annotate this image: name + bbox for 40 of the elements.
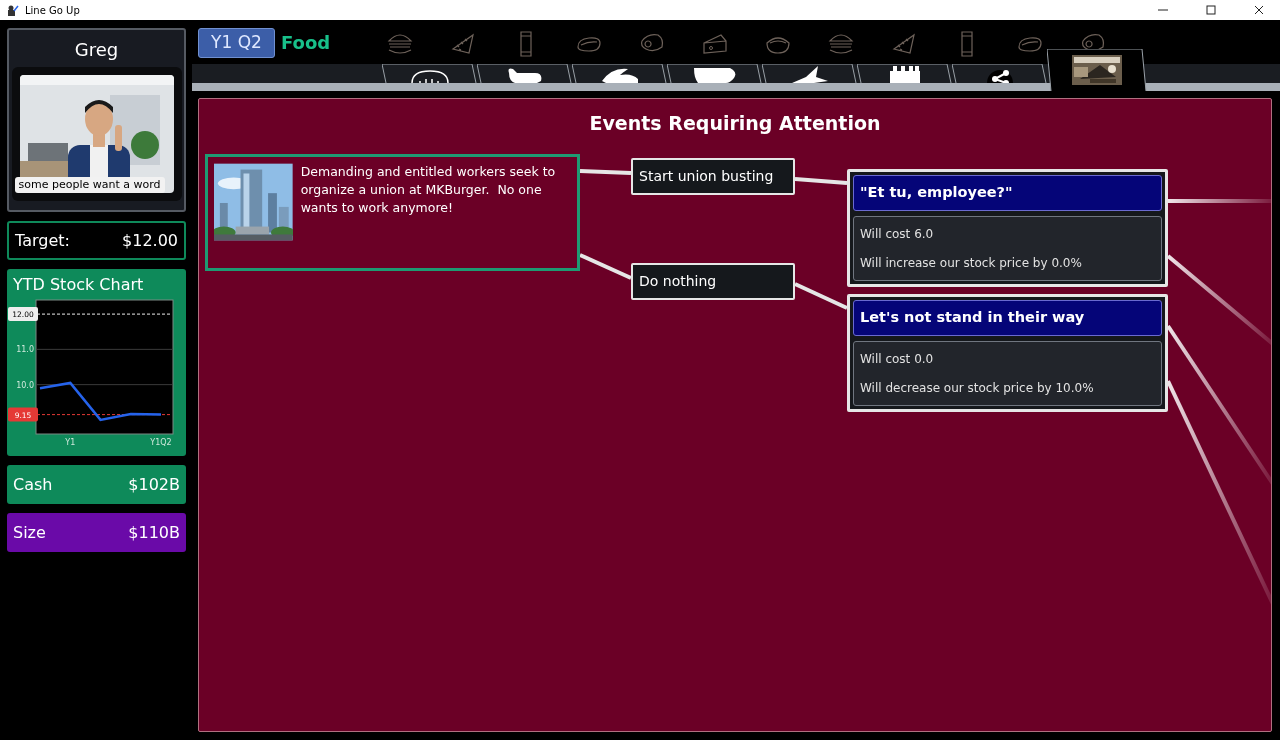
stat-label: Size xyxy=(13,521,46,544)
choice-button[interactable]: Start union busting xyxy=(631,158,795,195)
outcome-title: Let's not stand in their way xyxy=(853,300,1162,336)
tab[interactable] xyxy=(1047,49,1147,91)
outcome-detail: Will increase our stock price by 0.0% xyxy=(860,255,1083,273)
x-tick-label: Y1 xyxy=(65,438,76,447)
tab[interactable] xyxy=(572,64,667,83)
outcome-title: "Et tu, employee?" xyxy=(853,175,1162,211)
industry-label: Food xyxy=(281,30,331,55)
sign-icon xyxy=(409,69,450,83)
outcome-detail: Will cost 6.0 xyxy=(860,225,935,243)
y-tick-label: 10.0 xyxy=(16,380,34,390)
close-icon[interactable] xyxy=(1254,5,1264,15)
outcome-detail: Will decrease our stock price by 10.0% xyxy=(860,380,1095,398)
factory-icon xyxy=(888,66,921,83)
tab[interactable] xyxy=(857,64,952,83)
target-value: $12.00 xyxy=(122,229,178,252)
connector-line xyxy=(579,169,632,175)
outcome-detail: Will cost 0.0 xyxy=(860,350,935,368)
chart-title: YTD Stock Chart xyxy=(13,274,145,296)
panel-title: Events Requiring Attention xyxy=(588,111,882,136)
stat-value: $102B xyxy=(128,473,180,496)
x-tick-label: Y1Q2 xyxy=(150,438,172,447)
tab[interactable] xyxy=(667,64,762,83)
connector-line xyxy=(579,253,632,280)
app-icon xyxy=(8,4,19,16)
advisor-name: Greg xyxy=(74,38,119,62)
tab[interactable] xyxy=(762,64,857,83)
period-badge: Y1 Q2 xyxy=(198,27,275,58)
tab[interactable] xyxy=(952,64,1047,83)
stat-value: $110B xyxy=(128,521,180,544)
tab[interactable] xyxy=(382,64,477,83)
target-label: Target: xyxy=(15,229,70,252)
tab[interactable] xyxy=(477,64,572,83)
choice-button[interactable]: Do nothing xyxy=(631,263,795,300)
y-tick-label: 11.0 xyxy=(16,345,34,355)
maximize-icon[interactable] xyxy=(1206,5,1216,15)
window-title: Line Go Up xyxy=(25,3,80,18)
stat-label: Cash xyxy=(13,473,53,496)
event-description: Demanding and entitled workers seek to organize a union at MKBurger. No one wants to work anymore! xyxy=(300,163,557,217)
